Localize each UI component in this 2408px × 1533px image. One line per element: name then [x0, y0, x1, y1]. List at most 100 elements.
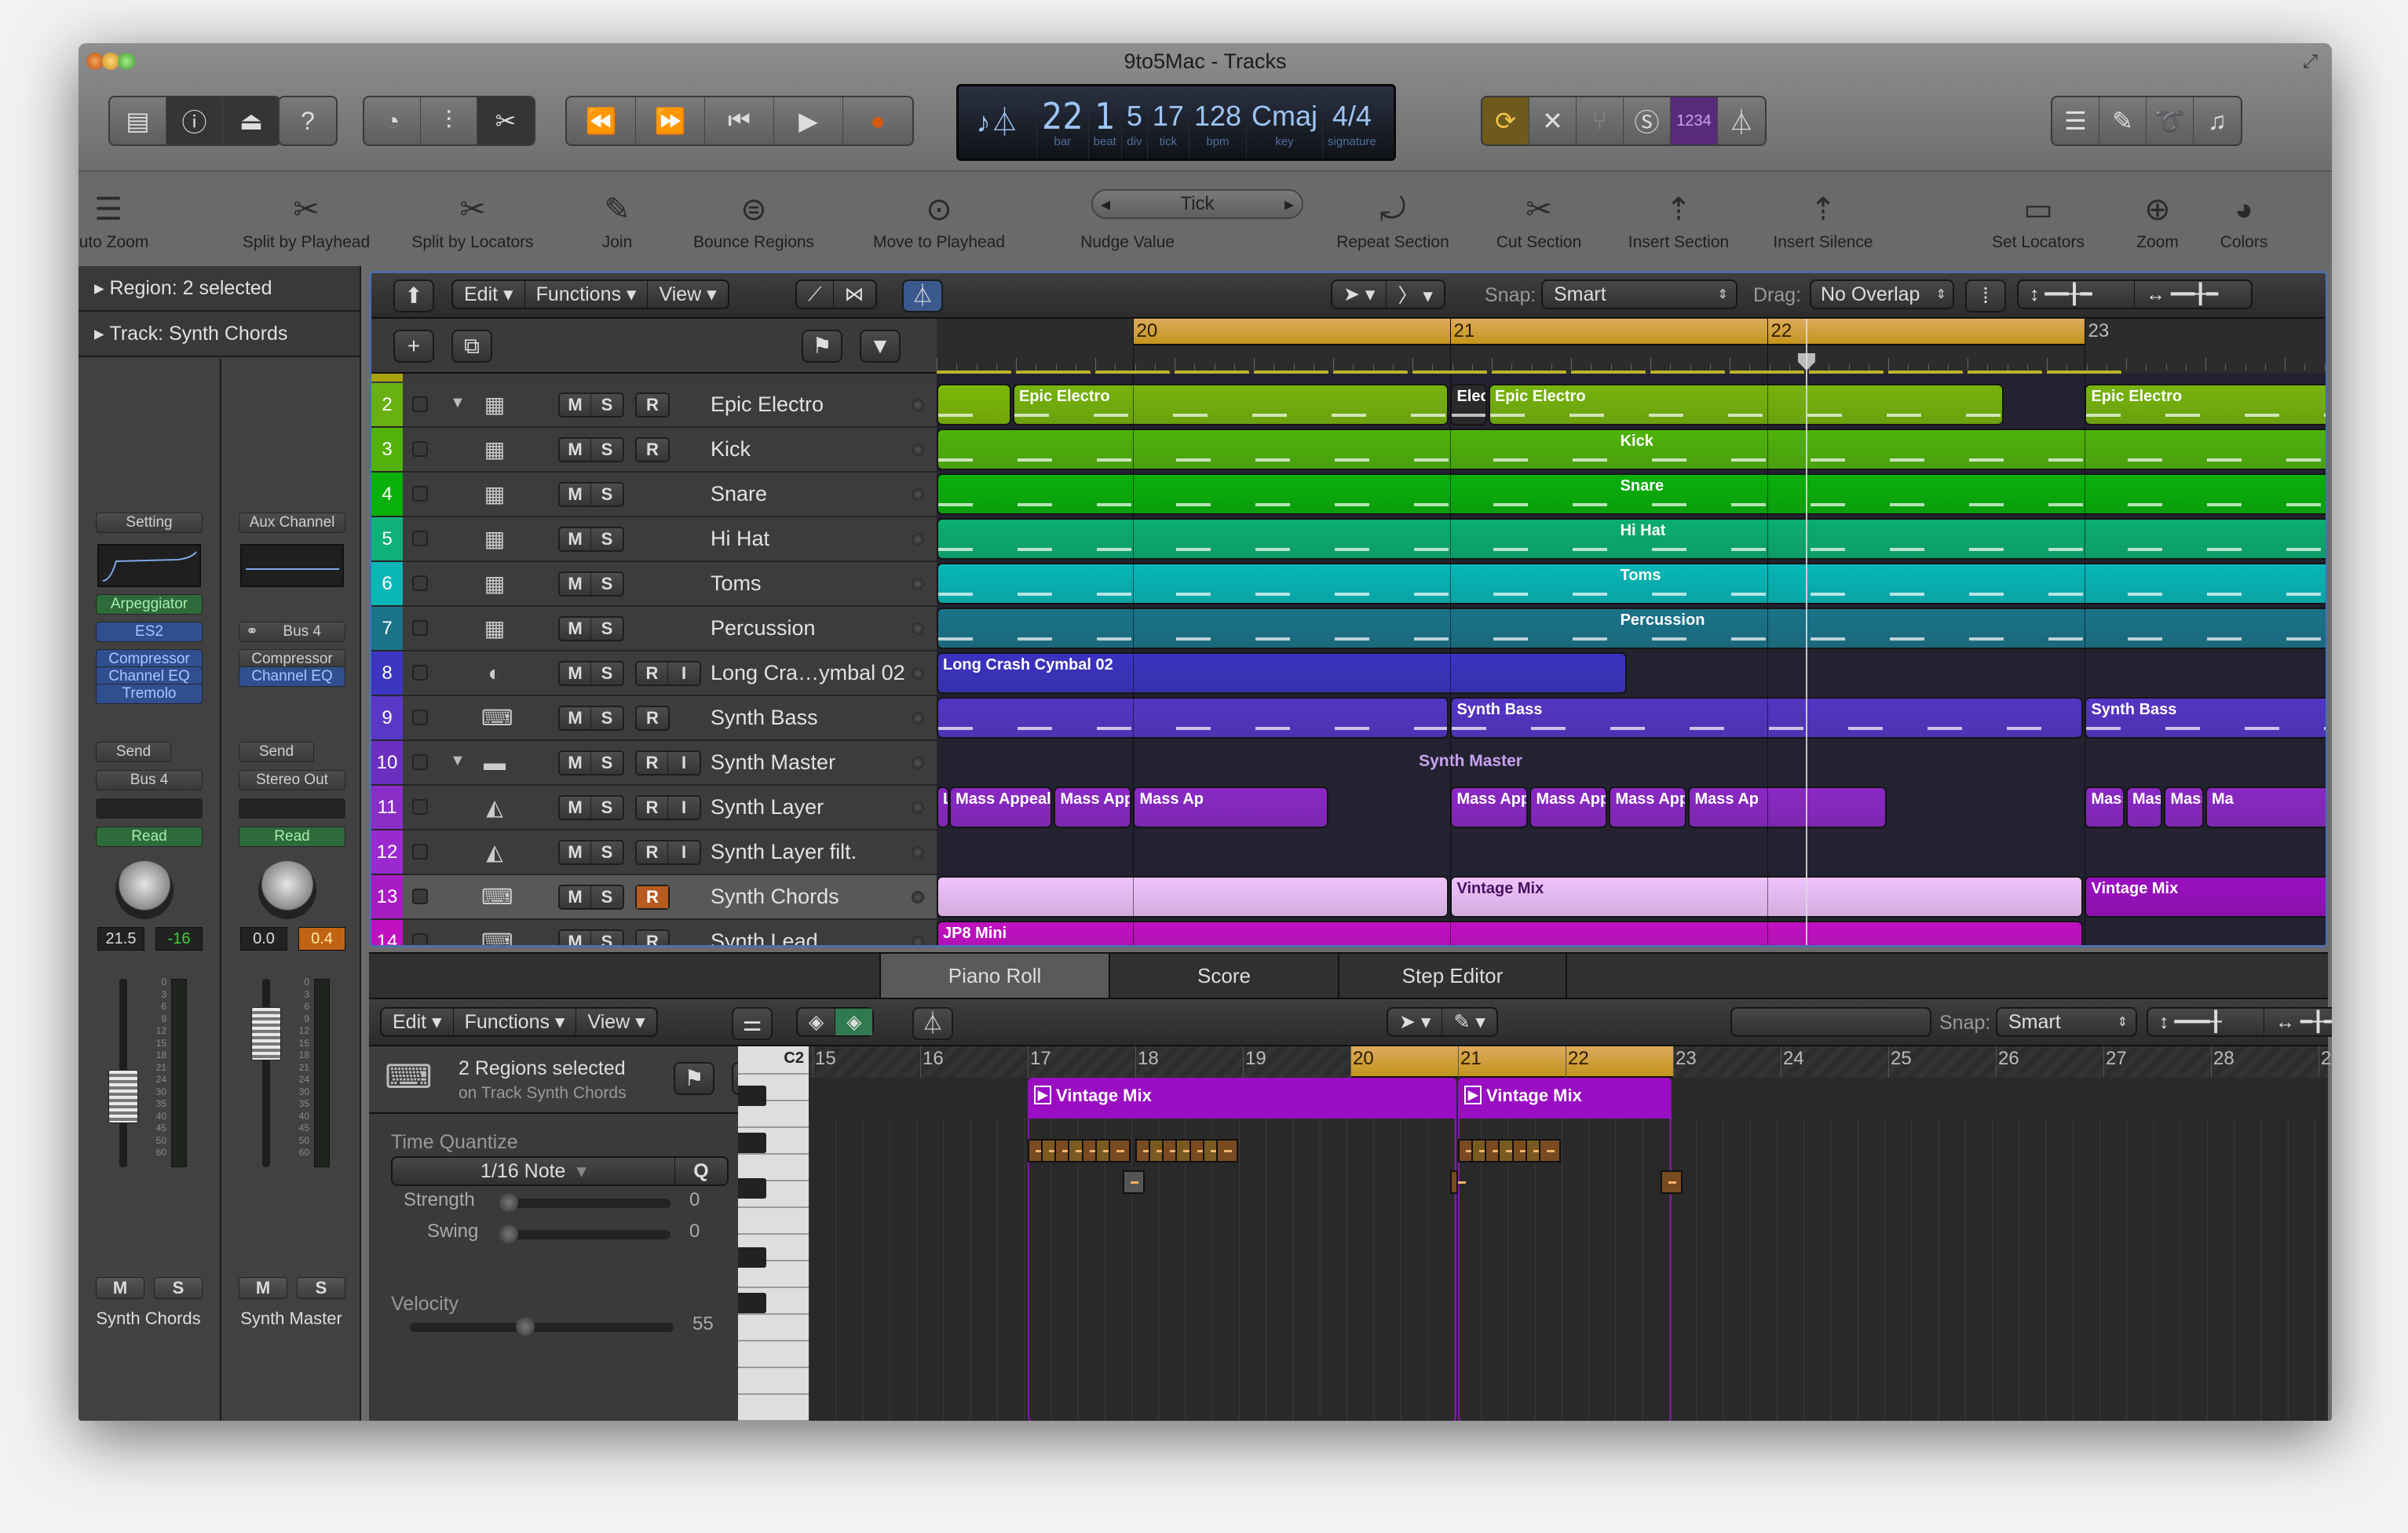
toolbar-repeat-section[interactable]: ⤾ Repeat Section: [1336, 186, 1449, 252]
track-name[interactable]: Synth Bass: [711, 696, 818, 739]
mute-button[interactable]: M: [560, 841, 591, 863]
solo-button[interactable]: S: [591, 439, 623, 461]
region[interactable]: Mass Appeal Laye: [1529, 787, 1608, 828]
track-checkbox[interactable]: [412, 531, 428, 546]
track-header-synth-layer[interactable]: 11 ◭ M S R I Synth Layer: [371, 786, 937, 830]
region[interactable]: Mass Appeal Laye: [1054, 787, 1132, 828]
piano-black-key[interactable]: [738, 1086, 766, 1106]
piano-keyboard[interactable]: C2: [738, 1046, 809, 1421]
tab-score[interactable]: Score: [1109, 954, 1338, 998]
region[interactable]: Synth Bass: [1450, 697, 2084, 739]
record-enable-button[interactable]: R: [637, 439, 668, 461]
tab-step-editor[interactable]: Step Editor: [1338, 954, 1567, 998]
track-checkbox[interactable]: [412, 396, 428, 412]
automation-icon[interactable]: ⚌: [732, 1007, 773, 1040]
region[interactable]: Mass Ap: [2126, 787, 2163, 828]
track-checkbox[interactable]: [412, 754, 428, 770]
track-name[interactable]: Hi Hat: [711, 517, 769, 560]
track-checkbox[interactable]: [412, 933, 428, 945]
bar-ruler[interactable]: 20 21 22 23: [937, 319, 2326, 375]
piano-roll-region[interactable]: ▶ Vintage Mix: [1458, 1078, 1672, 1119]
solo-button[interactable]: S: [591, 886, 623, 908]
track-name[interactable]: Epic Electro: [711, 383, 824, 426]
toolbar-bounce-regions[interactable]: ⊜ Bounce Regions: [693, 186, 814, 252]
lcd-bpm[interactable]: 128 bpm: [1189, 86, 1248, 159]
region[interactable]: [937, 384, 1011, 425]
list-editors-icon[interactable]: ☰: [2052, 97, 2099, 144]
input-slot[interactable]: ⚭ Bus 4: [239, 622, 345, 642]
pan-knob[interactable]: [115, 861, 174, 919]
vertical-zoom-slider[interactable]: ↕ ━━╂━: [2019, 281, 2136, 308]
midi-out-icon[interactable]: ◈: [835, 1009, 873, 1035]
solo-button[interactable]: S: [591, 484, 623, 506]
up-arrow-icon[interactable]: ⬆: [393, 279, 434, 312]
region[interactable]: Kick: [937, 429, 2326, 470]
record-enable-button[interactable]: R: [637, 662, 668, 684]
solo-button[interactable]: S: [591, 841, 623, 863]
swing-slider-thumb[interactable]: [499, 1225, 518, 1243]
midi-note[interactable]: [1450, 1170, 1467, 1194]
toolbar-zoom[interactable]: ⊕ Zoom: [2136, 186, 2179, 252]
region[interactable]: Mass Ap: [1133, 787, 1328, 828]
solo-button[interactable]: S: [591, 528, 623, 550]
play-icon[interactable]: ▶: [774, 97, 843, 144]
mute-button[interactable]: M: [560, 931, 591, 945]
track-header-synth-layer-filt-[interactable]: 12 ◭ M S R I Synth Layer filt.: [371, 830, 937, 875]
toolbar-set-locators[interactable]: ▭ Set Locators: [1992, 186, 2085, 252]
track-header-synth-bass[interactable]: 9 ⌨ M S R Synth Bass: [371, 696, 937, 741]
track-header-hi-hat[interactable]: 5 ▦ M S Hi Hat: [371, 517, 937, 562]
midi-note[interactable]: [1538, 1139, 1561, 1163]
automation-mode[interactable]: Read: [239, 827, 345, 847]
input-monitor-button[interactable]: I: [668, 752, 700, 774]
swing-slider[interactable]: [499, 1225, 671, 1243]
mute-button[interactable]: M: [560, 618, 591, 640]
flex-icon[interactable]: ⋈: [834, 281, 875, 308]
library-icon[interactable]: ▤: [110, 97, 166, 144]
toolbar-icon[interactable]: ⏏: [223, 97, 280, 144]
solo-button[interactable]: S: [297, 1277, 345, 1299]
pointer-tool-icon[interactable]: ➤ ▾: [1332, 281, 1387, 308]
track-checkbox[interactable]: [412, 575, 428, 591]
region[interactable]: Laye: [937, 787, 949, 828]
piano-black-key[interactable]: [738, 1247, 766, 1268]
mute-button[interactable]: M: [560, 484, 591, 506]
cycle-icon[interactable]: ⟳: [1482, 97, 1529, 144]
instrument-slot[interactable]: ES2: [96, 622, 203, 642]
output-slot[interactable]: Stereo Out: [239, 770, 345, 790]
record-enable-button[interactable]: R: [637, 394, 668, 416]
group-slot[interactable]: [96, 798, 203, 819]
region[interactable]: Mass Ap: [2085, 787, 2125, 828]
region[interactable]: Mass Appeal Laye: [1450, 787, 1529, 828]
track-checkbox[interactable]: [412, 441, 428, 457]
mute-button[interactable]: M: [239, 1277, 287, 1299]
lcd-signature[interactable]: 4/4 signature: [1323, 86, 1381, 159]
toolbar-insert-silence[interactable]: ⇡ Insert Silence: [1773, 186, 1873, 252]
fast-forward-icon[interactable]: ⏩: [636, 97, 705, 144]
midi-fx-slot[interactable]: Arpeggiator: [96, 594, 203, 615]
lcd-key[interactable]: Cmaj key: [1247, 86, 1324, 159]
new-track-with-duplicate-icon[interactable]: ⧉: [451, 330, 492, 363]
volume-fader[interactable]: [251, 1007, 281, 1060]
group-slot[interactable]: [239, 798, 345, 819]
smart-controls-icon[interactable]: ◔: [364, 97, 421, 144]
strength-slider-thumb[interactable]: [499, 1193, 518, 1212]
drag-select[interactable]: No Overlap ⇕: [1810, 279, 1954, 309]
catch-icon[interactable]: ⏃: [912, 1007, 953, 1040]
record-enable-button[interactable]: R: [637, 931, 668, 945]
toolbar-auto-zoom[interactable]: ☰ Auto Zoom: [79, 186, 148, 252]
region[interactable]: JP8 Mini: [937, 921, 2084, 945]
track-name[interactable]: Synth Chords: [711, 875, 839, 918]
mute-button[interactable]: M: [560, 707, 591, 729]
rewind-icon[interactable]: ⏪: [567, 97, 636, 144]
midi-in-icon[interactable]: ◈: [798, 1009, 836, 1035]
region[interactable]: Mass Appeal Laye: [1609, 787, 1687, 828]
track-header-snare[interactable]: 4 ▦ M S Snare: [371, 473, 937, 517]
disclosure-triangle-icon[interactable]: ▼: [450, 752, 466, 770]
region-play-icon[interactable]: ▶: [1034, 1086, 1052, 1104]
eq-thumbnail[interactable]: [97, 544, 201, 587]
midi-note[interactable]: [1215, 1139, 1238, 1163]
mute-button[interactable]: M: [560, 439, 591, 461]
replace-icon[interactable]: ✕: [1529, 97, 1577, 144]
toolbar-cut-section[interactable]: ✂ Cut Section: [1496, 186, 1582, 252]
solo-button[interactable]: S: [591, 394, 623, 416]
